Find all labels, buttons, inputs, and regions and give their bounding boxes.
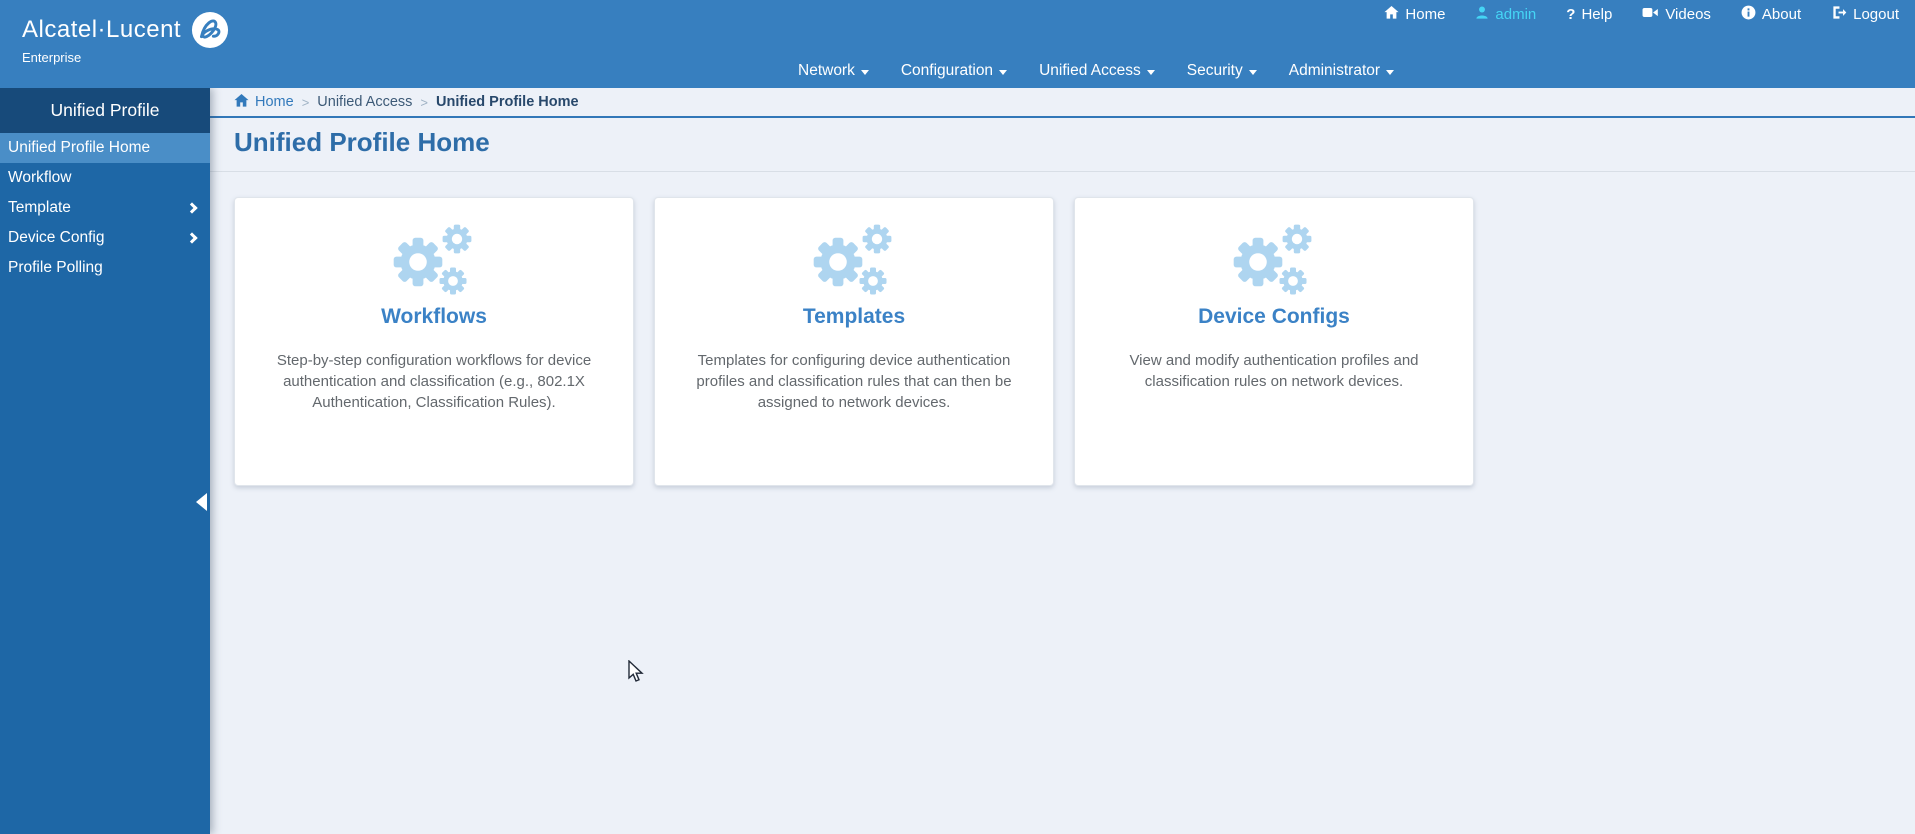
sidebar-item-template[interactable]: Template: [0, 193, 210, 223]
chevron-down-icon: [999, 69, 1008, 75]
brand-subtitle: Enterprise: [22, 50, 82, 65]
card-workflows[interactable]: Workflows Step-by-step configuration wor…: [234, 197, 634, 486]
video-icon: [1642, 5, 1659, 24]
utility-links: Home admin ? Help Videos About Logout: [1384, 5, 1899, 24]
sidebar-collapse-button[interactable]: [196, 493, 207, 511]
sidebar-item-unified-profile-home[interactable]: Unified Profile Home: [0, 133, 210, 163]
card-templates[interactable]: Templates Templates for configuring devi…: [654, 197, 1054, 486]
menu-unified-access[interactable]: Unified Access: [1039, 62, 1155, 80]
home-icon: [1384, 5, 1399, 24]
chevron-right-icon: [186, 232, 198, 244]
brand-name: Alcatel·Lucent: [22, 16, 182, 43]
menu-administrator[interactable]: Administrator: [1289, 62, 1395, 80]
sidebar-item-profile-polling[interactable]: Profile Polling: [0, 253, 210, 283]
menu-security[interactable]: Security: [1187, 62, 1257, 80]
page-title: Unified Profile Home: [234, 127, 490, 157]
gears-icon: [1231, 223, 1317, 295]
page-header: Unified Profile Home: [210, 118, 1915, 172]
home-icon: [234, 93, 249, 112]
brand: Alcatel·Lucent Enterprise: [22, 11, 229, 65]
chevron-down-icon: [1146, 69, 1155, 75]
card-templates-description: Templates for configuring device authent…: [696, 352, 1012, 411]
sidebar-title: Unified Profile: [0, 88, 210, 133]
card-templates-title[interactable]: Templates: [655, 305, 1053, 329]
breadcrumb-separator: >: [420, 94, 428, 110]
card-device-configs-description: View and modify authentication profiles …: [1129, 352, 1419, 390]
logout-icon: [1831, 5, 1847, 24]
utility-videos-link[interactable]: Videos: [1642, 5, 1711, 24]
chevron-right-icon: [186, 202, 198, 214]
chevron-down-icon: [1248, 69, 1257, 75]
chevron-down-icon: [860, 69, 869, 75]
breadcrumb-home-link[interactable]: Home: [234, 93, 294, 112]
utility-help-link[interactable]: ? Help: [1566, 6, 1612, 23]
main-menu: Network Configuration Unified Access Sec…: [798, 62, 1395, 80]
card-workflows-title[interactable]: Workflows: [235, 305, 633, 329]
breadcrumb: Home > Unified Access > Unified Profile …: [210, 88, 1915, 118]
utility-home-link[interactable]: Home: [1384, 5, 1445, 24]
sidebar-item-workflow[interactable]: Workflow: [0, 163, 210, 193]
main-content: Home > Unified Access > Unified Profile …: [210, 88, 1915, 834]
breadcrumb-separator: >: [301, 94, 310, 110]
info-icon: [1741, 5, 1756, 24]
sidebar: Unified Profile Unified Profile Home Wor…: [0, 88, 210, 834]
card-device-configs[interactable]: Device Configs View and modify authentic…: [1074, 197, 1474, 486]
gears-icon: [811, 223, 897, 295]
menu-configuration[interactable]: Configuration: [901, 62, 1008, 80]
card-device-configs-title[interactable]: Device Configs: [1075, 305, 1473, 329]
breadcrumb-unified-access[interactable]: Unified Access: [317, 94, 412, 110]
card-grid: Workflows Step-by-step configuration wor…: [210, 172, 1915, 486]
sidebar-item-device-config[interactable]: Device Config: [0, 223, 210, 253]
menu-network[interactable]: Network: [798, 62, 869, 80]
breadcrumb-current: Unified Profile Home: [435, 94, 579, 110]
gears-icon: [391, 223, 477, 295]
top-bar: Alcatel·Lucent Enterprise Home admin ? H…: [0, 0, 1915, 88]
chevron-down-icon: [1386, 69, 1395, 75]
help-icon: ?: [1566, 6, 1576, 23]
card-workflows-description: Step-by-step configuration workflows for…: [276, 352, 592, 411]
user-icon: [1475, 5, 1489, 24]
utility-logout-link[interactable]: Logout: [1831, 5, 1899, 24]
utility-admin-link[interactable]: admin: [1475, 5, 1536, 24]
alcatel-lucent-logo-icon: [191, 11, 229, 49]
utility-about-link[interactable]: About: [1741, 5, 1801, 24]
